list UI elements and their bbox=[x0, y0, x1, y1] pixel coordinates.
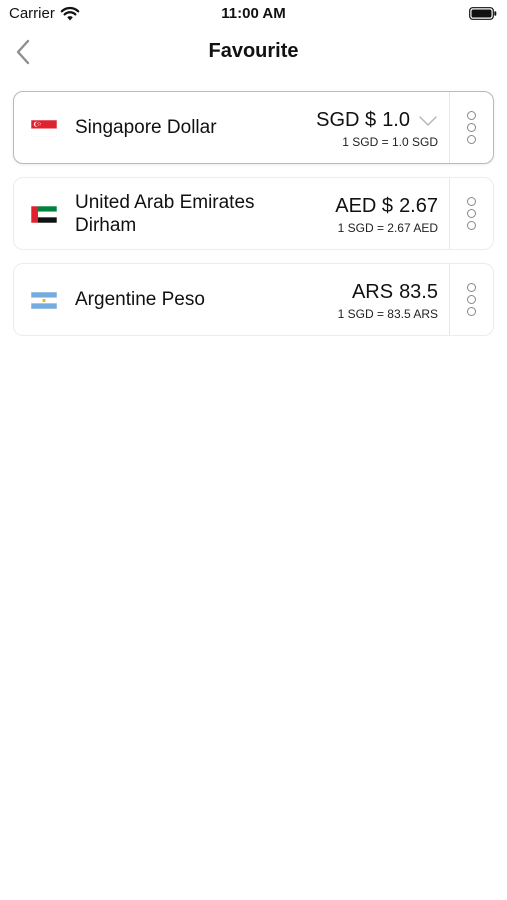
more-dot-icon bbox=[467, 283, 476, 292]
amount-value[interactable]: 83.5 bbox=[399, 281, 438, 304]
navigation-bar: Favourite bbox=[0, 28, 507, 76]
more-options-button[interactable] bbox=[450, 92, 493, 163]
currency-name: Singapore Dollar bbox=[75, 117, 217, 138]
uae-flag-icon bbox=[31, 206, 57, 223]
currency-symbol: SGD $ bbox=[316, 109, 377, 131]
currency-row-main[interactable]: United Arab Emirates Dirham AED $ 2.67 1… bbox=[14, 178, 449, 249]
exchange-rate: 1 SGD = 1.0 SGD bbox=[342, 135, 438, 149]
currency-row-main[interactable]: Singapore Dollar SGD $ 1.0 1 SGD = 1.0 S… bbox=[14, 92, 449, 163]
more-dot-icon bbox=[467, 197, 476, 206]
currency-row-ars[interactable]: Argentine Peso ARS 83.5 1 SGD = 83.5 ARS bbox=[13, 263, 494, 336]
currency-symbol: ARS bbox=[351, 281, 394, 303]
exchange-rate: 1 SGD = 83.5 ARS bbox=[337, 307, 438, 321]
more-dot-icon bbox=[467, 221, 476, 230]
currency-amount[interactable]: SGD $ 1.0 bbox=[316, 109, 438, 132]
amount-value[interactable]: 1.0 bbox=[382, 109, 410, 132]
battery-icon bbox=[469, 7, 497, 20]
currency-symbol: AED $ bbox=[335, 195, 394, 217]
more-dot-icon bbox=[467, 295, 476, 304]
more-dot-icon bbox=[467, 111, 476, 120]
status-bar: Carrier 11:00 AM bbox=[0, 0, 507, 28]
currency-list: Singapore Dollar SGD $ 1.0 1 SGD = 1.0 S… bbox=[13, 91, 494, 349]
argentina-flag-icon bbox=[31, 292, 57, 309]
more-options-button[interactable] bbox=[450, 264, 493, 335]
currency-amount[interactable]: AED $ 2.67 bbox=[335, 195, 438, 218]
currency-row-aed[interactable]: United Arab Emirates Dirham AED $ 2.67 1… bbox=[13, 177, 494, 250]
exchange-rate: 1 SGD = 2.67 AED bbox=[337, 221, 438, 235]
more-options-button[interactable] bbox=[450, 178, 493, 249]
currency-row-sgd[interactable]: Singapore Dollar SGD $ 1.0 1 SGD = 1.0 S… bbox=[13, 91, 494, 164]
more-dot-icon bbox=[467, 209, 476, 218]
amount-value[interactable]: 2.67 bbox=[399, 195, 438, 218]
clock: 11:00 AM bbox=[221, 5, 286, 22]
currency-row-main[interactable]: Argentine Peso ARS 83.5 1 SGD = 83.5 ARS bbox=[14, 264, 449, 335]
singapore-flag-icon bbox=[31, 120, 57, 137]
chevron-down-icon[interactable] bbox=[418, 114, 438, 128]
more-dot-icon bbox=[467, 123, 476, 132]
currency-name: United Arab Emirates Dirham bbox=[75, 192, 255, 236]
more-dot-icon bbox=[467, 135, 476, 144]
currency-amount[interactable]: ARS 83.5 bbox=[352, 281, 438, 304]
page-title: Favourite bbox=[208, 40, 299, 62]
currency-name: Argentine Peso bbox=[75, 289, 205, 310]
more-dot-icon bbox=[467, 307, 476, 316]
